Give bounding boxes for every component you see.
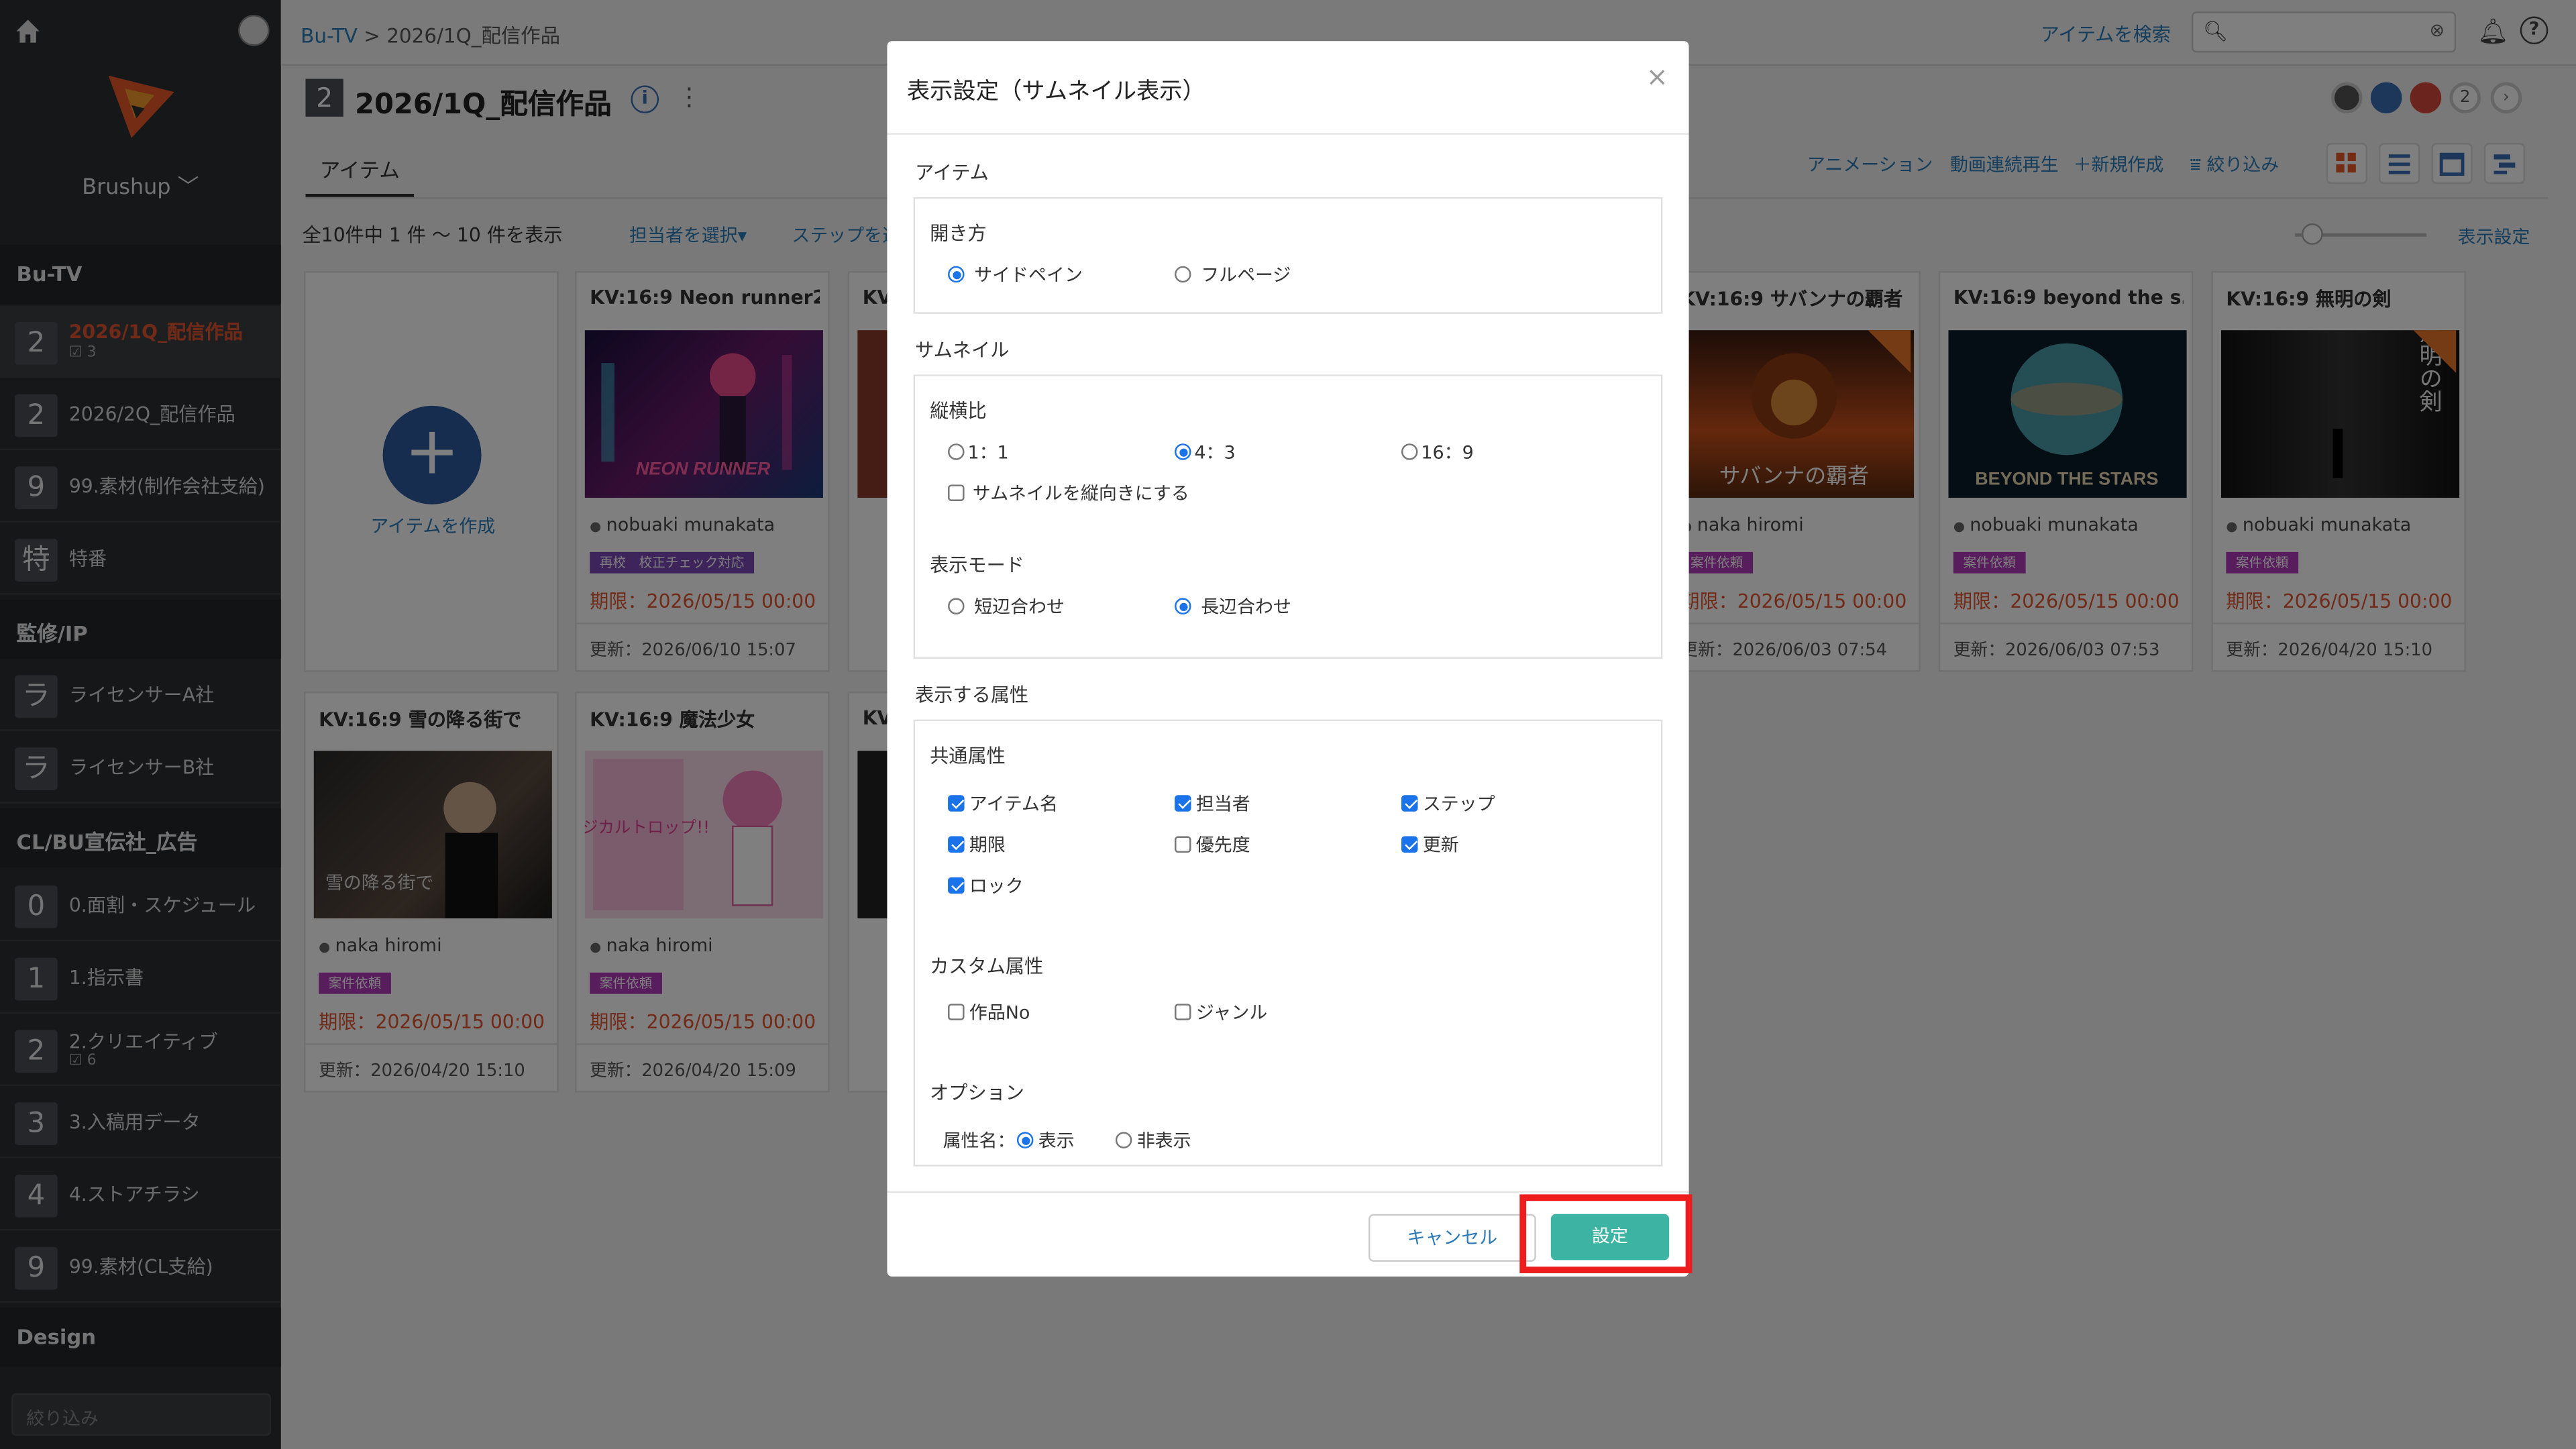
dialog-title: 表示設定（サムネイル表示）	[906, 78, 1205, 105]
option-label: 期限	[969, 835, 1006, 856]
attr-deadline[interactable]: 期限	[948, 831, 1006, 857]
option-label: ジャンル	[1195, 1002, 1268, 1024]
open-method-label: 開き方	[930, 221, 987, 245]
checkbox-unchecked-icon[interactable]	[1175, 1004, 1191, 1020]
option-label: 優先度	[1195, 835, 1250, 856]
radio-ratio-16-9[interactable]: 16：9	[1401, 439, 1474, 465]
checkbox-checked-icon[interactable]	[1175, 795, 1191, 812]
close-icon[interactable]: ×	[1646, 61, 1668, 93]
custom-attributes-label: カスタム属性	[930, 954, 1044, 978]
radio-checked-icon[interactable]	[1016, 1132, 1034, 1148]
radio-ratio-4-3[interactable]: 4：3	[1175, 439, 1236, 465]
open-method-box: 開き方 サイドペイン フルページ	[913, 197, 1663, 314]
display-mode-label: 表示モード	[930, 553, 1024, 577]
common-attributes-label: 共通属性	[930, 744, 1006, 767]
radio-unchecked-icon[interactable]	[948, 598, 965, 614]
option-label: 16：9	[1421, 441, 1474, 464]
radio-unchecked-icon[interactable]	[1115, 1132, 1132, 1148]
aspect-ratio-label: 縦横比	[930, 399, 987, 423]
radio-attr-name-show[interactable]: 表示	[1016, 1127, 1075, 1153]
option-label: ロック	[969, 875, 1024, 898]
radio-checked-icon[interactable]	[1175, 443, 1191, 460]
option-label: 作品No	[969, 1002, 1030, 1024]
attr-genre[interactable]: ジャンル	[1175, 999, 1267, 1025]
options-label: オプション	[930, 1081, 1024, 1104]
radio-short-side[interactable]: 短辺合わせ	[948, 593, 1065, 619]
option-label: 更新	[1422, 835, 1459, 856]
radio-unchecked-icon[interactable]	[948, 443, 965, 460]
option-label: 1：1	[967, 441, 1009, 464]
item-section-title: アイテム	[915, 161, 989, 184]
checkbox-checked-icon[interactable]	[1401, 836, 1418, 853]
option-label: 表示	[1038, 1130, 1075, 1152]
checkbox-checked-icon[interactable]	[1401, 795, 1418, 812]
option-label: 短辺合わせ	[974, 596, 1065, 618]
attributes-box: 共通属性 アイテム名 担当者 ステップ 期限 優先度 更新 ロック カスタム属性…	[913, 719, 1663, 1167]
attr-work-no[interactable]: 作品No	[948, 999, 1030, 1025]
radio-checked-icon[interactable]	[1175, 598, 1191, 614]
thumbnail-section-title: サムネイル	[915, 338, 1010, 362]
option-label: 非表示	[1136, 1130, 1191, 1152]
display-settings-dialog: 表示設定（サムネイル表示） × アイテム 開き方 サイドペイン フルページ サム…	[887, 41, 1689, 1277]
option-label: 担当者	[1195, 793, 1250, 815]
option-label: 4：3	[1194, 441, 1236, 464]
dialog-body: アイテム 開き方 サイドペイン フルページ サムネイル 縦横比 1：1 4：3 …	[887, 136, 1688, 1191]
checkbox-checked-icon[interactable]	[948, 877, 965, 894]
option-label: アイテム名	[969, 793, 1058, 815]
highlight-box	[1519, 1194, 1693, 1273]
radio-checked-icon[interactable]	[948, 266, 965, 283]
attr-lock[interactable]: ロック	[948, 872, 1024, 898]
radio-unchecked-icon[interactable]	[1175, 266, 1191, 283]
radio-attr-name-hide[interactable]: 非表示	[1115, 1127, 1191, 1153]
option-label: 長辺合わせ	[1201, 596, 1291, 618]
checkbox-unchecked-icon[interactable]	[1175, 836, 1191, 853]
attr-step[interactable]: ステップ	[1401, 790, 1495, 816]
checkbox-unchecked-icon[interactable]	[948, 1004, 965, 1020]
attr-priority[interactable]: 優先度	[1175, 831, 1250, 857]
vertical-thumbnail-checkbox[interactable]: サムネイルを縦向きにする	[948, 480, 1189, 506]
checkbox-unchecked-icon[interactable]	[948, 484, 965, 501]
attr-assignee[interactable]: 担当者	[1175, 790, 1250, 816]
attr-item-name[interactable]: アイテム名	[948, 790, 1058, 816]
option-label: サムネイルを縦向きにする	[972, 483, 1189, 504]
radio-sidepane[interactable]: サイドペイン	[948, 261, 1083, 287]
option-label: ステップ	[1422, 793, 1495, 815]
option-label: サイドペイン	[974, 264, 1083, 286]
radio-fullpage[interactable]: フルページ	[1175, 261, 1291, 287]
cancel-button[interactable]: キャンセル	[1368, 1214, 1536, 1262]
attr-updated[interactable]: 更新	[1401, 831, 1459, 857]
thumbnail-box: 縦横比 1：1 4：3 16：9 サムネイルを縦向きにする 表示モード 短辺合わ…	[913, 374, 1663, 659]
option-label: フルページ	[1201, 264, 1291, 286]
checkbox-checked-icon[interactable]	[948, 836, 965, 853]
checkbox-checked-icon[interactable]	[948, 795, 965, 812]
radio-unchecked-icon[interactable]	[1401, 443, 1418, 460]
dialog-header: 表示設定（サムネイル表示） ×	[887, 41, 1689, 135]
radio-long-side[interactable]: 長辺合わせ	[1175, 593, 1291, 619]
attributes-section-title: 表示する属性	[915, 683, 1029, 707]
attr-name-label: 属性名：	[943, 1130, 1016, 1152]
radio-ratio-1-1[interactable]: 1：1	[948, 439, 1009, 465]
